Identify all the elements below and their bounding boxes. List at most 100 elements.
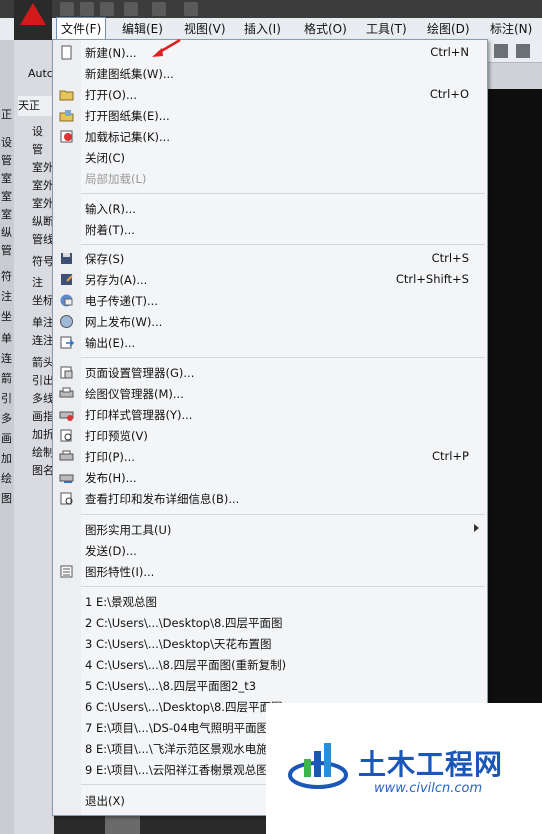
menu-edit[interactable]: 编辑(E)	[118, 18, 167, 40]
strip-char: 管	[1, 154, 12, 167]
panel-item[interactable]: 多线	[32, 390, 54, 406]
menu-item-save-as[interactable]: 另存为(A)... Ctrl+Shift+S	[53, 269, 487, 290]
menu-item-publish-web[interactable]: 网上发布(W)...	[53, 311, 487, 332]
watermark-url: www.civilcn.com	[374, 781, 483, 796]
menu-item-open-sheetset[interactable]: 打开图纸集(E)...	[53, 105, 487, 126]
open-quick-icon[interactable]	[80, 2, 94, 16]
watermark: 土木工程网 www.civilcn.com	[266, 703, 542, 834]
panel-item[interactable]: 符号	[32, 253, 54, 269]
panel-item[interactable]: 室外	[32, 159, 54, 175]
menu-item-plotter-manager[interactable]: 绘图仪管理器(M)...	[53, 383, 487, 404]
menu-item-etransmit[interactable]: 电子传递(T)...	[53, 290, 487, 311]
strip-char: 图	[1, 492, 12, 505]
menu-item-label: 查看打印和发布详细信息(B)...	[85, 492, 240, 506]
recent-file-item[interactable]: 1 E:\景观总图	[53, 591, 487, 612]
menu-separator	[81, 244, 485, 245]
menu-draw[interactable]: 绘图(D)	[423, 18, 474, 40]
publish-web-icon	[60, 315, 73, 328]
menu-item-print[interactable]: 打印(P)... Ctrl+P	[53, 446, 487, 467]
menu-item-close[interactable]: 关闭(C)	[53, 147, 487, 168]
panel-tab[interactable]: 天正	[18, 96, 54, 116]
menu-item-print-preview[interactable]: 打印预览(V)	[53, 425, 487, 446]
menu-item-import[interactable]: 输入(R)...	[53, 198, 487, 219]
menu-dimension[interactable]: 标注(N)	[486, 18, 536, 40]
menu-item-plot-details[interactable]: 查看打印和发布详细信息(B)...	[53, 488, 487, 509]
export-icon	[60, 336, 74, 349]
recent-file-item[interactable]: 3 C:\Users\...\Desktop\天花布置图	[53, 633, 487, 654]
table-icon[interactable]	[494, 44, 508, 58]
menu-item-page-setup[interactable]: 页面设置管理器(G)...	[53, 362, 487, 383]
markup-icon	[60, 130, 73, 143]
menu-file[interactable]: 文件(F)	[56, 17, 107, 41]
menu-bar: 文件(F) 编辑(E) 视图(V) 插入(I) 格式(O) 工具(T) 绘图(D…	[0, 17, 542, 41]
menu-item-drawing-utilities[interactable]: 图形实用工具(U)	[53, 519, 487, 540]
strip-char: 连	[1, 352, 12, 365]
menu-item-label: 页面设置管理器(G)...	[85, 366, 195, 380]
app-logo[interactable]	[14, 0, 52, 40]
panel-item[interactable]: 坐标	[32, 292, 54, 308]
menu-separator	[81, 586, 485, 587]
standard-toolbar	[486, 40, 542, 63]
menu-item-drawing-properties[interactable]: 图形特性(I)...	[53, 561, 487, 582]
menu-item-partial-load: 局部加载(L)	[53, 168, 487, 189]
recent-file-item[interactable]: 2 C:\Users\...\Desktop\8.四层平面图	[53, 612, 487, 633]
panel-item[interactable]: 单注	[32, 314, 54, 330]
grid-icon[interactable]	[516, 44, 530, 58]
menu-item-label: 打印预览(V)	[85, 429, 148, 443]
strip-char: 加	[1, 452, 12, 465]
menu-item-label: 6 C:\Users\...\Desktop\8.四层平面图	[85, 700, 283, 714]
menu-item-attach[interactable]: 附着(T)...	[53, 219, 487, 240]
menu-insert[interactable]: 插入(I)	[240, 18, 285, 40]
panel-item[interactable]: 室外	[32, 195, 54, 211]
menu-view[interactable]: 视图(V)	[180, 18, 230, 40]
menu-separator	[81, 514, 485, 515]
panel-item[interactable]: 设	[32, 123, 43, 139]
panel-item[interactable]: 管线	[32, 231, 54, 247]
redo-icon[interactable]	[152, 2, 166, 16]
menu-item-load-markup[interactable]: 加载标记集(K)...	[53, 126, 487, 147]
menu-item-new[interactable]: 新建(N)... Ctrl+N	[53, 42, 487, 63]
panel-item[interactable]: 纵断	[32, 213, 54, 229]
page-setup-icon	[60, 366, 73, 379]
menu-item-save[interactable]: 保存(S) Ctrl+S	[53, 248, 487, 269]
recent-file-item[interactable]: 4 C:\Users\...\8.四层平面图(重新复制)	[53, 654, 487, 675]
undo-icon[interactable]	[124, 2, 138, 16]
menu-item-publish[interactable]: 发布(H)...	[53, 467, 487, 488]
panel-item[interactable]: 加折	[32, 426, 54, 442]
menu-item-label: 7 E:\项目\...\DS-04电气照明平面图	[85, 721, 269, 735]
strip-char: 画	[1, 432, 12, 445]
panel-item[interactable]: 绘制	[32, 444, 54, 460]
submenu-arrow-icon	[474, 524, 479, 532]
menu-item-label: 打开图纸集(E)...	[85, 109, 170, 123]
menu-item-export[interactable]: 输出(E)...	[53, 332, 487, 353]
menu-item-shortcut: Ctrl+S	[431, 251, 469, 265]
menu-format[interactable]: 格式(O)	[300, 18, 351, 40]
recent-file-item[interactable]: 5 C:\Users\...\8.四层平面图2_t3	[53, 675, 487, 696]
menu-item-open[interactable]: 打开(O)... Ctrl+O	[53, 84, 487, 105]
panel-item[interactable]: 室外	[32, 177, 54, 193]
menu-tools[interactable]: 工具(T)	[362, 18, 411, 40]
strip-char: 坐	[1, 310, 12, 323]
menu-item-new-sheetset[interactable]: 新建图纸集(W)...	[53, 63, 487, 84]
menu-item-plot-style[interactable]: 打印样式管理器(Y)...	[53, 404, 487, 425]
menu-separator	[81, 193, 485, 194]
panel-item[interactable]: 箭头	[32, 354, 54, 370]
panel-item[interactable]: 图名	[32, 462, 54, 478]
menu-item-label: 图形特性(I)...	[85, 565, 155, 579]
menu-item-label: 加载标记集(K)...	[85, 130, 170, 144]
panel-item[interactable]: 注	[32, 274, 43, 290]
menu-item-shortcut: Ctrl+N	[430, 45, 469, 59]
menu-item-send[interactable]: 发送(D)...	[53, 540, 487, 561]
panel-item[interactable]: 画指	[32, 408, 54, 424]
strip-char: 箭	[1, 372, 12, 385]
menu-item-label: 打开(O)...	[85, 88, 137, 102]
menu-item-label: 新建图纸集(W)...	[85, 67, 174, 81]
panel-item[interactable]: 连注	[32, 332, 54, 348]
panel-item[interactable]: 引出	[32, 372, 54, 388]
new-quick-icon[interactable]	[60, 2, 74, 16]
strip-char: 设	[1, 136, 12, 149]
strip-char: 正	[1, 108, 12, 121]
plot-quick-icon[interactable]	[184, 2, 198, 16]
panel-item[interactable]: 管	[32, 141, 43, 157]
save-quick-icon[interactable]	[100, 2, 114, 16]
